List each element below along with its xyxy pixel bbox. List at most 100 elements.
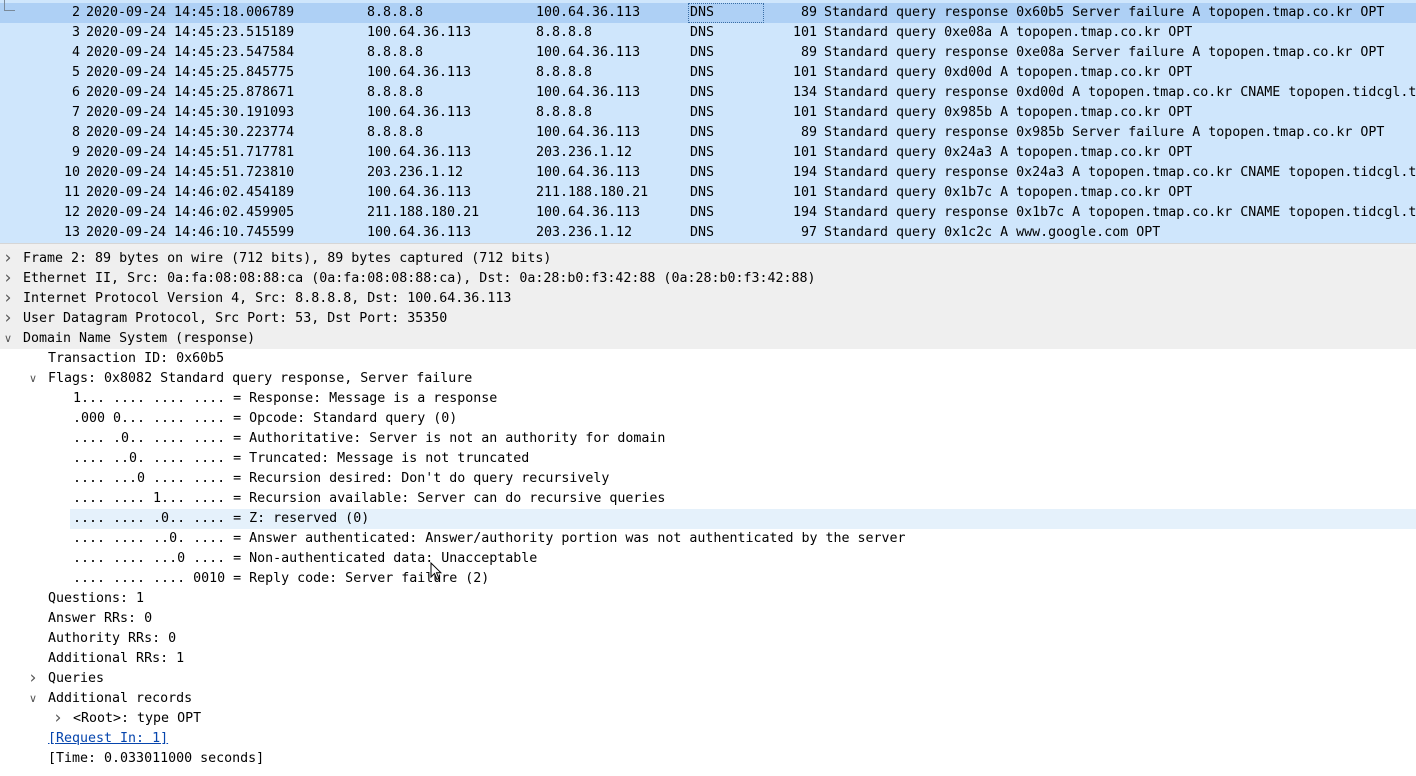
expanded-chevron-icon[interactable]: ∨ [27, 369, 39, 389]
packet-proto: DNS [690, 25, 715, 40]
additional-rrs[interactable]: Additional RRs: 1 [0, 649, 1416, 669]
packet-row[interactable]: 3 2020-09-24 14:45:23.515189 100.64.36.113… [0, 23, 1416, 43]
packet-details-pane[interactable]: › Frame 2: 89 bytes on wire (712 bits), 8… [0, 249, 1416, 776]
packet-proto: DNS [690, 65, 715, 80]
packet-len: 89 [800, 5, 817, 20]
packet-row[interactable]: 8 2020-09-24 14:45:30.223774 8.8.8.8 100.64… [0, 123, 1416, 143]
packet-time: 2020-09-24 14:46:02.454189 [86, 185, 295, 200]
collapsed-chevron-icon[interactable]: › [27, 669, 39, 689]
packet-row[interactable]: 7 2020-09-24 14:45:30.191093 100.64.36.113… [0, 103, 1416, 123]
additional-rrs-label: Additional RRs: 1 [48, 651, 185, 666]
packet-row[interactable]: 6 2020-09-24 14:45:25.878671 8.8.8.8 100.64… [0, 83, 1416, 103]
queries-node[interactable]: › Queries [0, 669, 1416, 689]
flag-recursion-available[interactable]: .... .... 1... .... = Recursion availabl… [0, 489, 1416, 509]
flag-answer-authenticated-label: .... .... ..0. .... = Answer authenticat… [73, 531, 906, 546]
request-in-link[interactable]: [Request In: 1] [0, 729, 1416, 749]
transaction-id[interactable]: Transaction ID: 0x60b5 [0, 349, 1416, 369]
packet-src: 203.236.1.12 [367, 165, 464, 180]
root-opt-node-label: <Root>: type OPT [73, 711, 202, 726]
packet-dst: 100.64.36.113 [536, 85, 641, 100]
udp-node[interactable]: › User Datagram Protocol, Src Port: 53, D… [0, 309, 1416, 329]
flag-non-authenticated[interactable]: .... .... ...0 .... = Non-authenticated … [0, 549, 1416, 569]
answer-rrs[interactable]: Answer RRs: 0 [0, 609, 1416, 629]
packet-time: 2020-09-24 14:45:23.547584 [86, 45, 295, 60]
ip-node[interactable]: › Internet Protocol Version 4, Src: 8.8.8… [0, 289, 1416, 309]
packet-dst: 100.64.36.113 [536, 45, 641, 60]
related-packet-line-icon [4, 0, 15, 11]
collapsed-chevron-icon[interactable]: › [2, 269, 14, 289]
packet-list-pane[interactable]: 2 2020-09-24 14:45:18.006789 8.8.8.8 100.64… [0, 0, 1416, 243]
packet-len: 194 [792, 165, 817, 180]
packet-row[interactable]: 2 2020-09-24 14:45:18.006789 8.8.8.8 100.64… [0, 3, 1416, 23]
packet-no: 10 [63, 165, 80, 180]
expanded-chevron-icon[interactable]: ∨ [2, 329, 14, 349]
packet-time: 2020-09-24 14:45:51.723810 [86, 165, 295, 180]
packet-row[interactable]: 9 2020-09-24 14:45:51.717781 100.64.36.113… [0, 143, 1416, 163]
packet-dst: 100.64.36.113 [536, 125, 641, 140]
packet-proto: DNS [690, 105, 715, 120]
packet-src: 8.8.8.8 [367, 125, 424, 140]
packet-proto: DNS [690, 85, 715, 100]
flags-node[interactable]: ∨ Flags: 0x8082 Standard query response, … [0, 369, 1416, 389]
flag-recursion-available-label: .... .... 1... .... = Recursion availabl… [73, 491, 666, 506]
packet-row[interactable]: 5 2020-09-24 14:45:25.845775 100.64.36.113… [0, 63, 1416, 83]
packet-len: 97 [800, 225, 817, 240]
packet-len: 89 [800, 125, 817, 140]
packet-proto: DNS [690, 45, 715, 60]
packet-no: 4 [71, 45, 80, 60]
flags-node-label: Flags: 0x8082 Standard query response, S… [48, 371, 473, 386]
packet-dst: 203.236.1.12 [536, 225, 633, 240]
flag-authoritative[interactable]: .... .0.. .... .... = Authoritative: Ser… [0, 429, 1416, 449]
collapsed-chevron-icon[interactable]: › [2, 249, 14, 269]
collapsed-chevron-icon[interactable]: › [2, 309, 14, 329]
packet-proto: DNS [690, 125, 715, 140]
packet-row[interactable]: 4 2020-09-24 14:45:23.547584 8.8.8.8 100.64… [0, 43, 1416, 63]
packet-src: 100.64.36.113 [367, 185, 472, 200]
questions-count[interactable]: Questions: 1 [0, 589, 1416, 609]
packet-src: 8.8.8.8 [367, 45, 424, 60]
packet-dst: 100.64.36.113 [536, 205, 641, 220]
expanded-chevron-icon[interactable]: ∨ [27, 689, 39, 709]
packet-info: Standard query response 0x24a3 A topopen… [824, 165, 1416, 180]
packet-proto: DNS [690, 225, 715, 240]
dns-node[interactable]: ∨ Domain Name System (response) [0, 329, 1416, 349]
packet-src: 100.64.36.113 [367, 25, 472, 40]
additional-records-node[interactable]: ∨ Additional records [0, 689, 1416, 709]
flag-response[interactable]: 1... .... .... .... = Response: Message … [0, 389, 1416, 409]
flag-truncated[interactable]: .... ..0. .... .... = Truncated: Message… [0, 449, 1416, 469]
collapsed-chevron-icon[interactable]: › [52, 709, 64, 729]
packet-info: Standard query response 0xe08a Server fa… [824, 45, 1385, 60]
packet-time: 2020-09-24 14:45:51.717781 [86, 145, 295, 160]
flag-opcode[interactable]: .000 0... .... .... = Opcode: Standard q… [0, 409, 1416, 429]
packet-info: Standard query response 0x1b7c A topopen… [824, 205, 1416, 220]
response-time[interactable]: [Time: 0.033011000 seconds] [0, 749, 1416, 769]
packet-row[interactable]: 10 2020-09-24 14:45:51.723810 203.236.1.12… [0, 163, 1416, 183]
packet-dst: 100.64.36.113 [536, 165, 641, 180]
ip-node-label: Internet Protocol Version 4, Src: 8.8.8.… [23, 291, 512, 306]
packet-no: 13 [63, 225, 80, 240]
request-in-link-label[interactable]: [Request In: 1] [48, 729, 168, 749]
packet-info: Standard query response 0xd00d A topopen… [824, 85, 1416, 100]
packet-time: 2020-09-24 14:46:10.745599 [86, 225, 295, 240]
root-opt-node[interactable]: › <Root>: type OPT [0, 709, 1416, 729]
packet-src: 211.188.180.21 [367, 205, 480, 220]
packet-row[interactable]: 13 2020-09-24 14:46:10.745599 100.64.36.11… [0, 223, 1416, 243]
packet-src: 100.64.36.113 [367, 65, 472, 80]
flag-answer-authenticated[interactable]: .... .... ..0. .... = Answer authenticat… [0, 529, 1416, 549]
flag-recursion-desired[interactable]: .... ...0 .... .... = Recursion desired:… [0, 469, 1416, 489]
answer-rrs-label: Answer RRs: 0 [48, 611, 153, 626]
packet-proto: DNS [690, 165, 715, 180]
frame-node[interactable]: › Frame 2: 89 bytes on wire (712 bits), 8… [0, 249, 1416, 269]
packet-row[interactable]: 11 2020-09-24 14:46:02.454189 100.64.36.11… [0, 183, 1416, 203]
packet-time: 2020-09-24 14:45:30.223774 [86, 125, 295, 140]
collapsed-chevron-icon[interactable]: › [2, 289, 14, 309]
flag-z[interactable]: .... .... .0.. .... = Z: reserved (0) [70, 509, 1416, 529]
packet-dst: 211.188.180.21 [536, 185, 649, 200]
authority-rrs[interactable]: Authority RRs: 0 [0, 629, 1416, 649]
packet-row[interactable]: 12 2020-09-24 14:46:02.459905 211.188.180.… [0, 203, 1416, 223]
dns-node-label: Domain Name System (response) [23, 331, 256, 346]
ethernet-node[interactable]: › Ethernet II, Src: 0a:fa:08:08:88:ca (0a… [0, 269, 1416, 289]
packet-no: 7 [71, 105, 80, 120]
flag-reply-code[interactable]: .... .... .... 0010 = Reply code: Server… [0, 569, 1416, 589]
packet-dst: 8.8.8.8 [536, 25, 593, 40]
